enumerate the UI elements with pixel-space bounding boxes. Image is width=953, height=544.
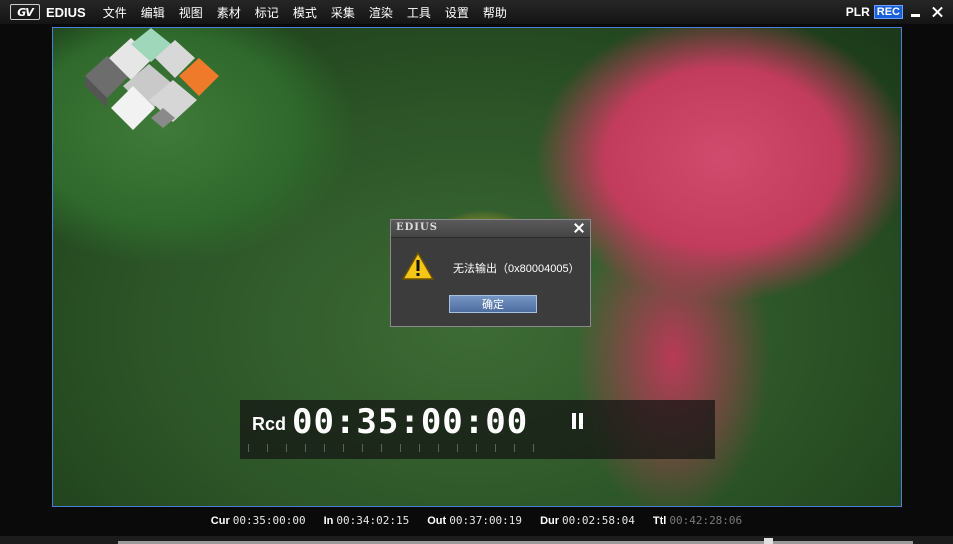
ttl-value: 00:42:28:06 — [669, 513, 743, 527]
minimize-icon[interactable] — [907, 4, 925, 20]
dialog-close-icon[interactable] — [572, 221, 586, 235]
timecode-ticks — [248, 444, 548, 452]
window-controls: PLR REC — [846, 4, 947, 20]
recorder-viewer[interactable]: Rcd 00:35:00:00 EDIUS 无法输出（0x80004005） 确… — [52, 27, 902, 507]
menu-tools[interactable]: 工具 — [400, 4, 438, 21]
ttl-label: Ttl — [652, 514, 667, 527]
gv-logo: GV — [10, 4, 40, 20]
status-cur: Cur 00:35:00:00 — [211, 514, 306, 527]
error-dialog: EDIUS 无法输出（0x80004005） 确定 — [390, 219, 591, 327]
plr-mode-button[interactable]: PLR — [846, 5, 870, 19]
dur-label: Dur — [540, 514, 560, 527]
cube-logo — [85, 28, 219, 130]
rec-mode-button[interactable]: REC — [873, 5, 903, 19]
menu-file[interactable]: 文件 — [96, 4, 134, 21]
warning-icon — [402, 251, 434, 280]
ok-button[interactable]: 确定 — [449, 295, 537, 313]
dialog-title: EDIUS — [396, 222, 438, 233]
menu-view[interactable]: 视图 — [172, 4, 210, 21]
dialog-message: 无法输出（0x80004005） — [453, 263, 580, 275]
status-in: In 00:34:02:15 — [324, 514, 410, 527]
menu-capture[interactable]: 采集 — [324, 4, 362, 21]
playback-slider-thumb[interactable] — [764, 538, 773, 544]
dialog-titlebar[interactable]: EDIUS — [391, 220, 590, 238]
menu-clip[interactable]: 素材 — [210, 4, 248, 21]
menu-bar: GV EDIUS 文件 编辑 视图 素材 标记 模式 采集 渲染 工具 设置 帮… — [0, 0, 953, 24]
status-dur: Dur 00:02:58:04 — [540, 514, 635, 527]
in-label: In — [323, 514, 334, 527]
out-value: 00:37:00:19 — [449, 513, 523, 527]
menu-render[interactable]: 渲染 — [362, 4, 400, 21]
timecode-mode-label: Rcd — [252, 414, 287, 434]
dur-value: 00:02:58:04 — [562, 513, 635, 527]
pause-icon — [572, 413, 583, 429]
timecode-overlay: Rcd 00:35:00:00 — [240, 400, 715, 459]
timecode-status-bar: Cur 00:35:00:00 In 00:34:02:15 Out 00:37… — [0, 511, 953, 529]
timecode-display: 00:35:00:00 — [292, 402, 529, 442]
close-icon[interactable] — [929, 4, 947, 20]
menu-mode[interactable]: 模式 — [286, 4, 324, 21]
in-value: 00:34:02:15 — [336, 513, 410, 527]
menu-help[interactable]: 帮助 — [476, 4, 514, 21]
menu-edit[interactable]: 编辑 — [134, 4, 172, 21]
out-label: Out — [427, 514, 447, 527]
status-ttl: Ttl 00:42:28:06 — [653, 514, 742, 527]
cur-value: 00:35:00:00 — [232, 513, 306, 527]
menu-marker[interactable]: 标记 — [248, 4, 286, 21]
menu-settings[interactable]: 设置 — [438, 4, 476, 21]
status-out: Out 00:37:00:19 — [427, 514, 522, 527]
cur-label: Cur — [210, 514, 230, 527]
app-title: EDIUS — [46, 4, 86, 20]
